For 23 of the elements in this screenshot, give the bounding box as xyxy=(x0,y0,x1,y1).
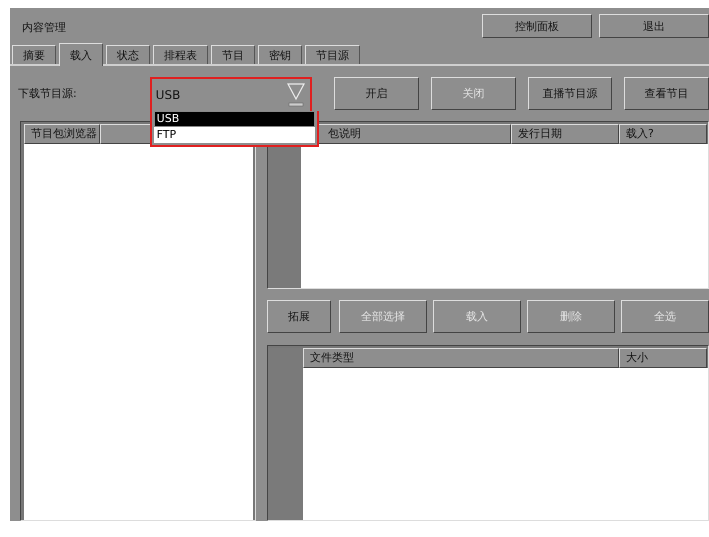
column-header: 节目包浏览器 xyxy=(24,124,100,144)
column-header: 大小 xyxy=(619,348,707,368)
tab[interactable]: 节目源 xyxy=(305,45,360,64)
column-header: 文件类型 xyxy=(303,348,619,368)
source-label: 下载节目源: xyxy=(17,86,78,101)
column-header: 发行日期 xyxy=(511,124,619,144)
toolbar-button[interactable]: 直播节目源 xyxy=(528,77,612,110)
control-panel-button[interactable]: 控制面板 xyxy=(482,14,592,38)
tab[interactable]: 节目 xyxy=(211,45,255,64)
column-header: 载入? xyxy=(619,124,707,144)
tab[interactable]: 排程表 xyxy=(153,45,208,64)
tab[interactable]: 状态 xyxy=(106,45,150,64)
dropdown-option[interactable]: USB xyxy=(154,110,315,126)
dropdown-arrow-icon xyxy=(286,82,306,108)
dropdown-option[interactable]: FTP xyxy=(154,126,315,142)
toolbar-button[interactable]: 查看节目 xyxy=(624,77,709,110)
exit-button[interactable]: 退出 xyxy=(599,14,709,38)
tab[interactable]: 密钥 xyxy=(258,45,302,64)
tab[interactable]: 摘要 xyxy=(12,45,56,64)
tab[interactable]: 载入 xyxy=(59,43,103,66)
window-title: 内容管理 xyxy=(21,20,67,35)
action-button[interactable]: 拓展 xyxy=(267,300,331,333)
toolbar-button[interactable]: 开启 xyxy=(334,77,420,110)
